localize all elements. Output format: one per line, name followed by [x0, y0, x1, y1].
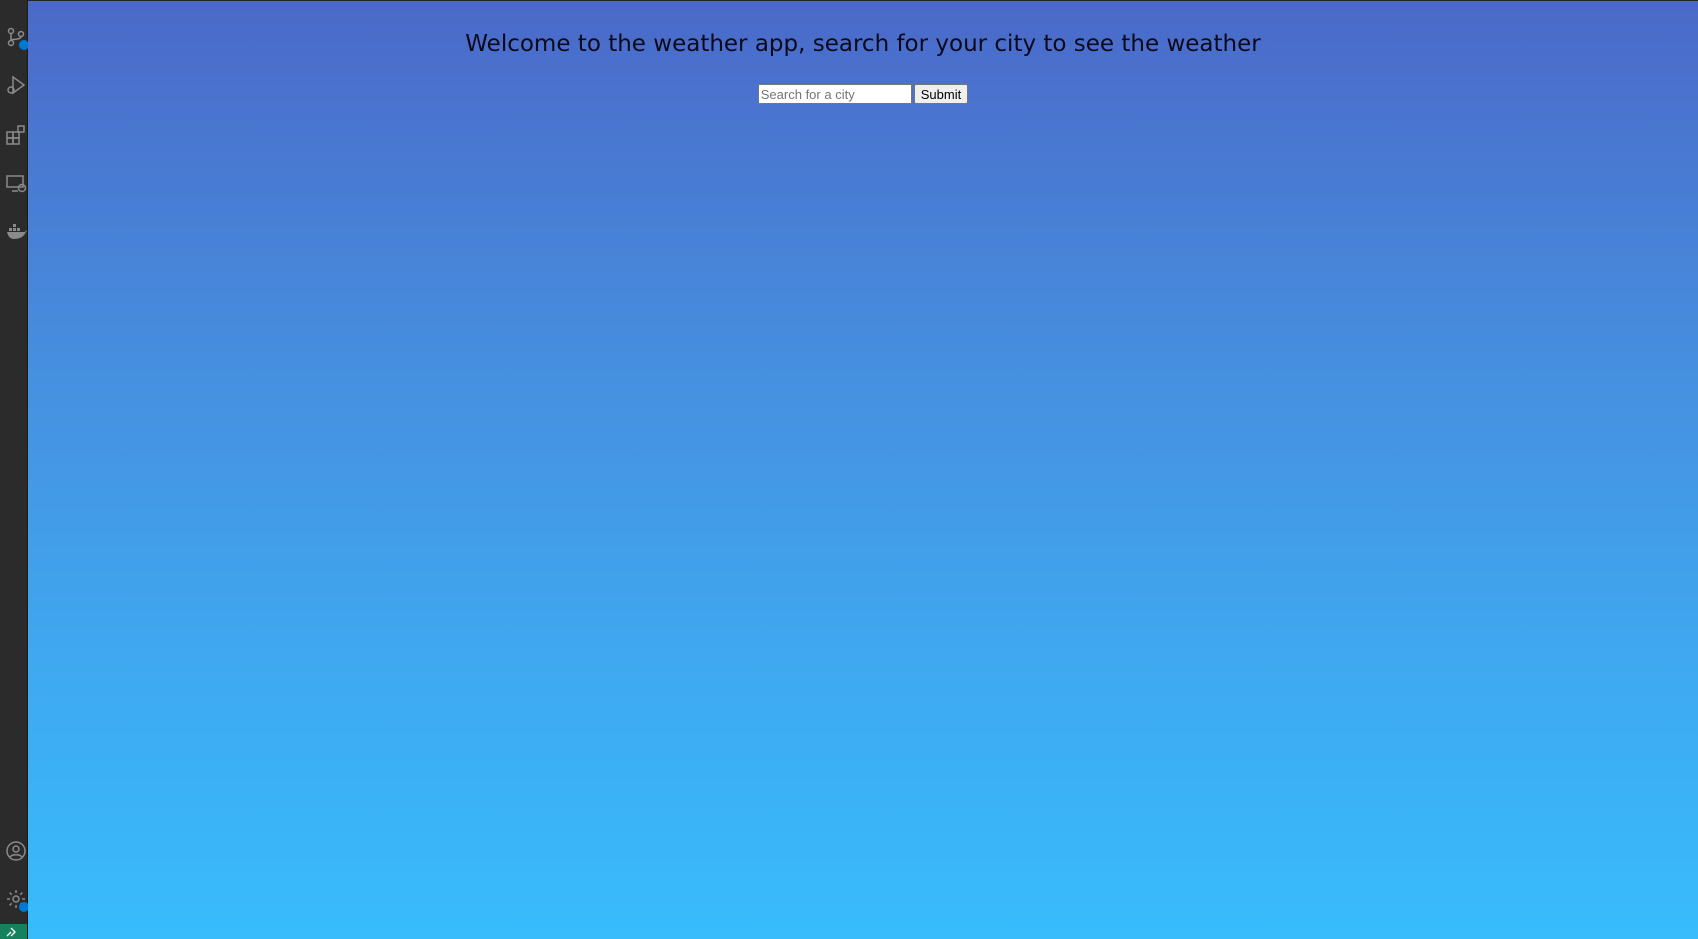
remote-explorer-icon[interactable]	[5, 172, 27, 194]
activity-bar	[0, 0, 29, 939]
city-search-form: Submit	[28, 84, 1698, 104]
extensions-icon[interactable]	[5, 124, 27, 146]
account-icon[interactable]	[5, 840, 27, 862]
submit-button[interactable]: Submit	[913, 84, 969, 104]
vscode-window: Welcome to the weather app, search for y…	[0, 0, 1698, 939]
page-title: Welcome to the weather app, search for y…	[465, 31, 1261, 57]
weather-app-page: Welcome to the weather app, search for y…	[28, 1, 1698, 939]
city-search-input[interactable]	[757, 84, 912, 104]
run-debug-icon[interactable]	[5, 74, 27, 96]
docker-icon[interactable]	[5, 220, 27, 242]
remote-status-button[interactable]	[0, 924, 27, 939]
source-control-icon[interactable]	[5, 26, 29, 50]
remote-status-icon	[6, 927, 16, 937]
settings-gear-icon[interactable]	[5, 888, 29, 912]
